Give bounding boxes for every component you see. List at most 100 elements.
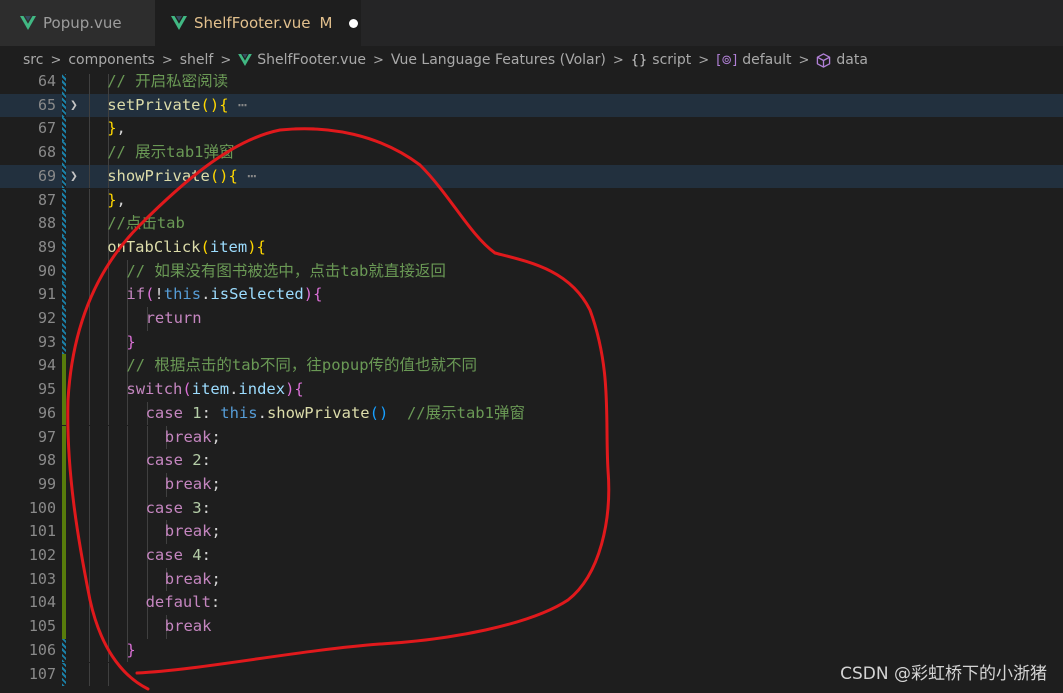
code-token: { [256,237,266,256]
breadcrumb-item-data[interactable]: data [836,52,868,68]
code-line[interactable]: 88 //点击tab [0,212,1063,236]
code-token: { [219,95,229,114]
line-number: 92 [37,309,56,327]
chevron-right-icon: > [220,52,232,68]
breadcrumb-item-default[interactable]: default [742,52,791,68]
added-line-marker[interactable] [62,615,66,639]
code-token: () [200,95,220,114]
added-line-marker[interactable] [62,401,66,426]
code-line[interactable]: 90 // 如果没有图书被选中，点击tab就直接返回 [0,259,1063,284]
indent-guide [146,520,148,544]
line-number: 107 [28,664,56,683]
indent-guide [89,141,90,165]
code-token: ) [247,237,257,256]
indent-guide [108,283,110,307]
indent-guide [108,449,110,473]
code-line[interactable]: 64 // 开启私密阅读 [0,74,1063,94]
fold-chevron-icon[interactable]: ❯ [70,94,78,118]
code-editor[interactable]: 64// 开启私密阅读 65 ❯ setPrivate(){ ⋯ 67}, 68// 展示… [0,74,1063,693]
fold-chevron-icon[interactable]: ❯ [70,165,78,189]
modified-line-marker[interactable] [62,259,66,284]
breadcrumb-item-file[interactable]: ShelfFooter.vue [257,52,366,68]
added-line-marker[interactable] [62,591,66,616]
breadcrumb-item-shelf[interactable]: shelf [180,52,214,68]
code-token: ) [303,285,314,304]
code-text: switch(item.index){ [126,378,303,402]
modified-line-marker[interactable] [62,638,66,663]
code-token: default [145,593,211,612]
code-text: // 展示tab1弹窗 [107,141,234,165]
indent-guide [108,354,110,379]
added-line-marker[interactable] [62,496,66,521]
breadcrumb-item-language[interactable]: Vue Language Features (Volar) [391,52,606,68]
code-line[interactable]: 102 case 4: [0,544,1063,568]
modified-line-marker[interactable] [62,93,66,118]
line-number: 101 [28,522,56,541]
added-line-marker[interactable] [62,472,66,497]
code-token: : [201,403,221,422]
code-line[interactable]: 89 onTabClick(item){ [0,235,1063,260]
added-line-marker[interactable] [62,544,66,568]
tab-shelffooter-vue[interactable]: ShelfFooter.vue M [155,0,361,46]
code-line[interactable]: 93} [0,330,1063,355]
line-number: 88 [37,214,56,233]
code-line[interactable]: 94 // 根据点击的tab不同，往popup传的值也就不同 [0,354,1063,379]
modified-line-marker[interactable] [62,117,66,142]
modified-line-marker[interactable] [62,188,66,213]
code-token: ⋯ [228,95,248,114]
code-token: onTabClick [107,237,201,256]
code-line[interactable]: 100 case 3: [0,496,1063,521]
added-line-marker[interactable] [62,425,66,450]
code-line[interactable]: 87}, [0,188,1063,213]
modified-line-marker[interactable] [62,164,66,189]
modified-line-marker[interactable] [62,74,66,94]
modified-line-marker[interactable] [62,662,66,687]
breadcrumb-item-components[interactable]: components [68,52,155,68]
added-line-marker[interactable] [62,378,66,402]
code-line[interactable]: 97 break; [0,425,1063,450]
code-line[interactable]: 101 break; [0,520,1063,544]
code-line[interactable]: 103 break; [0,567,1063,592]
code-line[interactable]: 68 // 展示tab1弹窗 [0,141,1063,165]
code-token: { [228,166,238,185]
modified-line-marker[interactable] [62,283,66,307]
code-line[interactable]: 91 if(!this.isSelected){ [0,283,1063,307]
code-line[interactable]: 65 ❯ setPrivate(){ ⋯ [0,93,1063,118]
modified-line-marker[interactable] [62,307,66,331]
code-line[interactable]: 96 case 1: this.showPrivate() //展示tab1弹窗 [0,401,1063,426]
code-line[interactable]: 99 break; [0,472,1063,497]
chevron-right-icon: > [161,52,173,68]
unsaved-dot-icon[interactable] [349,18,359,28]
code-line[interactable]: 104 default: [0,591,1063,616]
code-text: break; [165,568,221,592]
breadcrumb-item-script[interactable]: script [652,52,691,68]
modified-line-marker[interactable] [62,330,66,355]
code-line[interactable]: 69 ❯ showPrivate(){ ⋯ [0,164,1063,189]
indent-guide [108,638,110,663]
added-line-marker[interactable] [62,354,66,379]
code-line[interactable]: 98 case 2: [0,449,1063,473]
modified-line-marker[interactable] [62,235,66,260]
indent-guide [89,638,90,663]
indent-guide [108,544,110,568]
vue-icon [20,16,36,30]
code-token: { [294,380,304,399]
modified-line-marker[interactable] [62,212,66,236]
tab-popup-vue[interactable]: Popup.vue [0,0,155,46]
line-number: 67 [37,119,56,138]
added-line-marker[interactable] [62,567,66,592]
added-line-marker[interactable] [62,449,66,473]
added-line-marker[interactable] [62,520,66,544]
code-token: 3 [192,498,202,517]
breadcrumb-item-src[interactable]: src [23,52,43,68]
modified-line-marker[interactable] [62,141,66,165]
code-token: return [145,309,202,327]
indent-guide [89,93,90,118]
indent-guide [89,235,90,260]
code-line[interactable]: 92 return [0,307,1063,331]
code-token: if [126,285,146,304]
code-token: : [210,593,221,612]
code-line[interactable]: 105 break [0,615,1063,639]
code-line[interactable]: 95 switch(item.index){ [0,378,1063,402]
code-line[interactable]: 67}, [0,117,1063,142]
